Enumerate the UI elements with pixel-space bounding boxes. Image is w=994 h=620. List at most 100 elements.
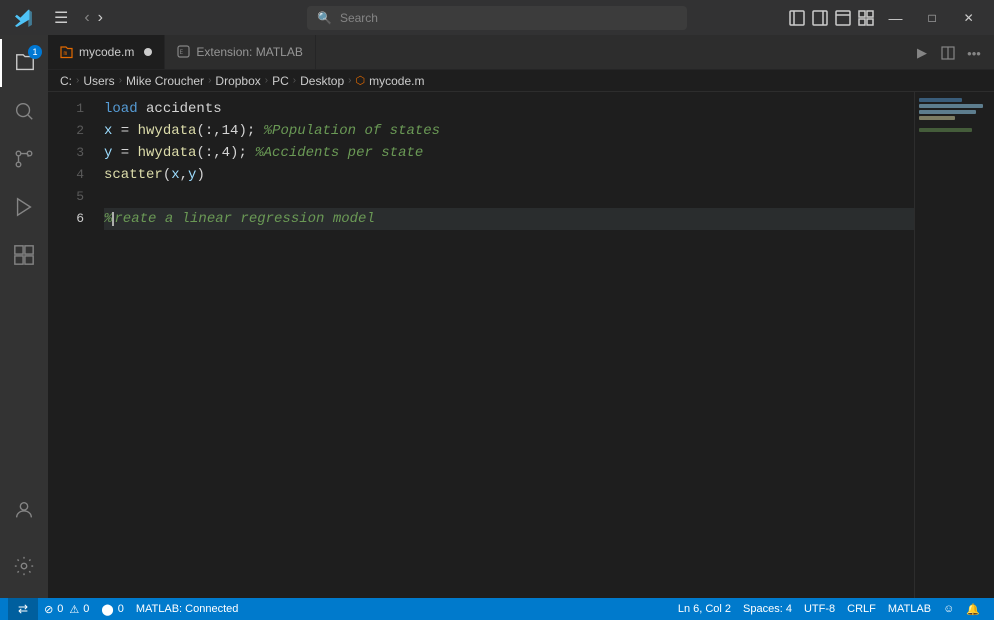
status-feedback[interactable]: ☺ bbox=[937, 598, 960, 620]
minimap-line-5 bbox=[919, 122, 923, 126]
error-count: 0 bbox=[57, 603, 63, 615]
status-notifications[interactable]: 🔔 bbox=[960, 598, 986, 620]
breadcrumb-sep-1: › bbox=[76, 75, 79, 86]
layout-toggle-btn2[interactable] bbox=[809, 4, 830, 32]
activity-accounts[interactable] bbox=[0, 486, 48, 534]
tab-extension-matlab[interactable]: E Extension: MATLAB bbox=[165, 35, 316, 69]
token-x: x bbox=[104, 120, 112, 142]
tab-mycode[interactable]: m mycode.m bbox=[48, 35, 165, 69]
token-scatter: scatter bbox=[104, 164, 163, 186]
search-input[interactable]: 🔍 Search bbox=[307, 6, 687, 30]
mic-icon: ⬤ bbox=[101, 603, 113, 616]
minimap-line-6 bbox=[919, 128, 972, 132]
activity-run-debug[interactable] bbox=[0, 183, 48, 231]
svg-text:E: E bbox=[180, 49, 184, 56]
code-editor[interactable]: 1 2 3 4 5 6 load accidents x = hwydata(:… bbox=[48, 92, 994, 598]
token-scatter-y: y bbox=[188, 164, 196, 186]
status-cursor-pos[interactable]: Ln 6, Col 2 bbox=[672, 598, 737, 620]
token-scatter-x: x bbox=[171, 164, 179, 186]
token-cmt6b: reate a linear regression model bbox=[114, 208, 374, 230]
cursor-pos-text: Ln 6, Col 2 bbox=[678, 603, 731, 615]
title-bar: ☰ ‹ › 🔍 Search — □ ✕ bbox=[0, 0, 994, 35]
main-layout: 1 m mycode.m bbox=[0, 35, 994, 598]
spaces-text: Spaces: 4 bbox=[743, 603, 792, 615]
tab-extension-label: Extension: MATLAB bbox=[196, 45, 303, 59]
code-line-2: x = hwydata(:,14); %Population of states bbox=[104, 120, 914, 142]
token-cmt3: %Accidents per state bbox=[255, 142, 423, 164]
warning-count: 0 bbox=[83, 603, 89, 615]
breadcrumb-sep-2: › bbox=[119, 75, 122, 86]
tab-mycode-label: mycode.m bbox=[79, 45, 134, 59]
breadcrumb-mike[interactable]: Mike Croucher bbox=[126, 74, 204, 88]
layout-toggle-btn1[interactable] bbox=[786, 4, 807, 32]
layout-grid-btn[interactable] bbox=[855, 4, 876, 32]
minimap-line-4 bbox=[919, 116, 955, 120]
breadcrumb-sep-6: › bbox=[348, 75, 351, 86]
code-content[interactable]: load accidents x = hwydata(:,14); %Popul… bbox=[96, 92, 914, 598]
layout-toggle-btn3[interactable] bbox=[832, 4, 853, 32]
search-placeholder: Search bbox=[340, 11, 378, 25]
tab-bar: m mycode.m E Extension: MATLAB ▶ ••• bbox=[48, 35, 994, 70]
more-actions-button[interactable]: ••• bbox=[962, 41, 986, 65]
token-cmt2: %Population of states bbox=[264, 120, 440, 142]
token-hwydata3: hwydata bbox=[138, 142, 197, 164]
status-remote[interactable]: ⇄ bbox=[8, 598, 38, 620]
search-icon: 🔍 bbox=[317, 11, 332, 25]
status-encoding[interactable]: UTF-8 bbox=[798, 598, 841, 620]
breadcrumb-c[interactable]: C: bbox=[60, 74, 72, 88]
breadcrumb-dropbox[interactable]: Dropbox bbox=[215, 74, 260, 88]
mic-count: 0 bbox=[118, 603, 124, 615]
token-paren2: (:,14); bbox=[196, 120, 263, 142]
error-icon: ⊘ bbox=[44, 603, 53, 616]
line-num-2: 2 bbox=[48, 120, 84, 142]
breadcrumb-sep-4: › bbox=[265, 75, 268, 86]
nav-forward[interactable]: › bbox=[96, 7, 105, 29]
activity-bar: 1 bbox=[0, 35, 48, 598]
activity-extensions[interactable] bbox=[0, 231, 48, 279]
activity-explorer[interactable]: 1 bbox=[0, 39, 48, 87]
breadcrumb-pc[interactable]: PC bbox=[272, 74, 289, 88]
breadcrumb-filename[interactable]: mycode.m bbox=[369, 74, 424, 88]
language-text: MATLAB bbox=[888, 603, 931, 615]
minimap-line-2 bbox=[919, 104, 983, 108]
maximize-button[interactable]: □ bbox=[915, 0, 950, 35]
activity-search[interactable] bbox=[0, 87, 48, 135]
encoding-text: UTF-8 bbox=[804, 603, 835, 615]
minimap-line-3 bbox=[919, 110, 976, 114]
warning-icon: ⚠ bbox=[69, 603, 79, 616]
hamburger-menu[interactable]: ☰ bbox=[50, 6, 72, 30]
token-accidents: accidents bbox=[138, 98, 222, 120]
token-hwydata2: hwydata bbox=[138, 120, 197, 142]
line-numbers: 1 2 3 4 5 6 bbox=[48, 92, 96, 598]
remote-icon: ⇄ bbox=[18, 602, 28, 616]
breadcrumb-desktop[interactable]: Desktop bbox=[300, 74, 344, 88]
line-num-4: 4 bbox=[48, 164, 84, 186]
minimize-button[interactable]: — bbox=[878, 0, 913, 35]
breadcrumb-sep-5: › bbox=[293, 75, 296, 86]
line-num-5: 5 bbox=[48, 186, 84, 208]
close-button[interactable]: ✕ bbox=[951, 0, 986, 35]
code-line-4: scatter(x,y) bbox=[104, 164, 914, 186]
vscode-logo bbox=[8, 2, 40, 34]
status-spaces[interactable]: Spaces: 4 bbox=[737, 598, 798, 620]
status-mic[interactable]: ⬤ 0 bbox=[95, 598, 129, 620]
breadcrumb-users[interactable]: Users bbox=[83, 74, 114, 88]
status-matlab-connected[interactable]: MATLAB: Connected bbox=[130, 598, 245, 620]
token-paren3: (:,4); bbox=[196, 142, 255, 164]
status-language[interactable]: MATLAB bbox=[882, 598, 937, 620]
minimap bbox=[914, 92, 994, 598]
token-scatter-comma: , bbox=[180, 164, 188, 186]
token-y: y bbox=[104, 142, 112, 164]
tab-modified-indicator bbox=[144, 48, 152, 56]
status-errors[interactable]: ⊘ 0 ⚠ 0 bbox=[38, 598, 95, 620]
bell-icon: 🔔 bbox=[966, 603, 980, 616]
run-button[interactable]: ▶ bbox=[910, 41, 934, 65]
breadcrumb: C: › Users › Mike Croucher › Dropbox › P… bbox=[48, 70, 994, 92]
split-editor-button[interactable] bbox=[936, 41, 960, 65]
code-line-6: %reate a linear regression model bbox=[104, 208, 914, 230]
minimap-line-1 bbox=[919, 98, 962, 102]
nav-back[interactable]: ‹ bbox=[82, 7, 91, 29]
activity-source-control[interactable] bbox=[0, 135, 48, 183]
status-line-ending[interactable]: CRLF bbox=[841, 598, 882, 620]
activity-settings[interactable] bbox=[0, 542, 48, 590]
